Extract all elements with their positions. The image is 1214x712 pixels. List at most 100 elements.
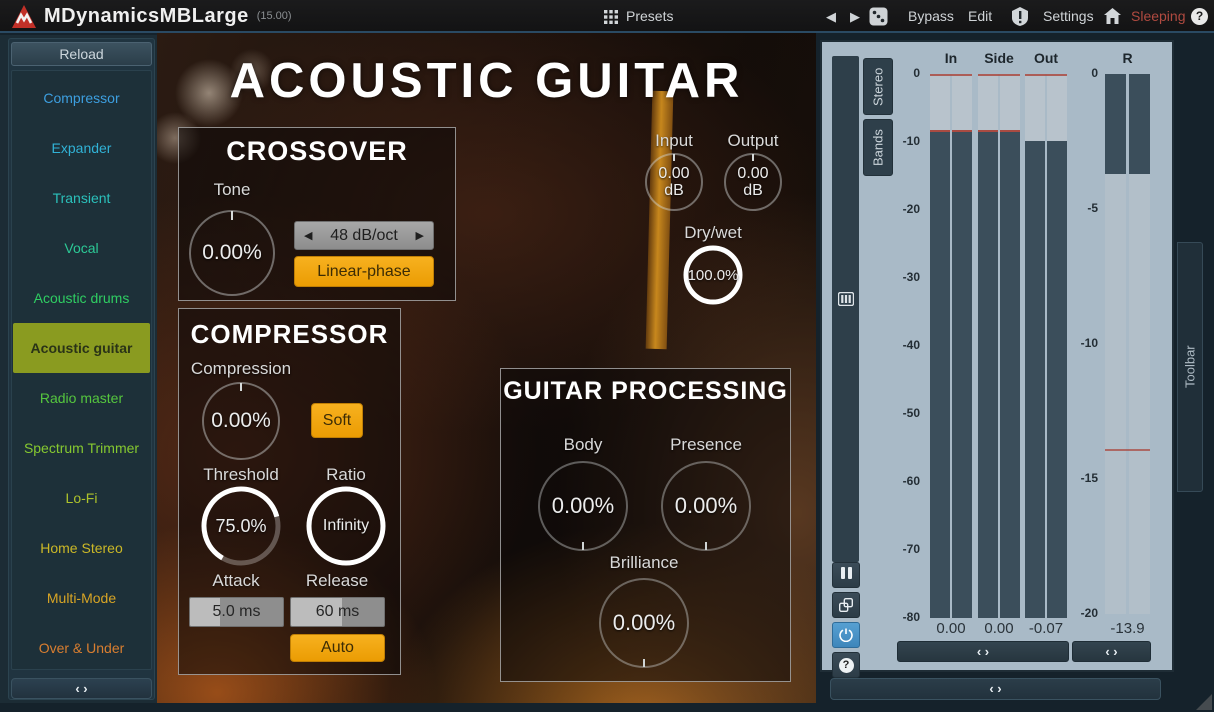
- pause-icon: [839, 566, 853, 584]
- sidebar-item-4[interactable]: Acoustic drums: [13, 273, 150, 323]
- auto-release-button[interactable]: Auto: [290, 634, 385, 662]
- sidebar-item-7[interactable]: Spectrum Trimmer: [13, 423, 150, 473]
- brilliance-knob[interactable]: 0.00%: [598, 577, 690, 669]
- meter-power-button[interactable]: [832, 622, 860, 648]
- meter-bar-cap: [978, 130, 998, 132]
- sidebar-item-9[interactable]: Home Stereo: [13, 523, 150, 573]
- crossover-slope-selector[interactable]: ◀ 48 dB/oct ▶: [294, 221, 434, 250]
- meter-pager-r[interactable]: ‹ ›: [1072, 641, 1151, 662]
- input-value: 0.00: [658, 165, 689, 182]
- meter-help-button[interactable]: ?: [832, 652, 860, 678]
- meter-bar-fill: [1000, 132, 1020, 618]
- input-label: Input: [655, 131, 693, 151]
- output-unit: dB: [743, 182, 763, 199]
- meter-group-label: In: [945, 50, 957, 66]
- ratio-knob[interactable]: Infinity: [305, 485, 387, 567]
- compression-knob[interactable]: 0.00%: [201, 381, 281, 461]
- prev-preset-button[interactable]: ◀: [826, 0, 836, 33]
- meter-scale-label: -80: [880, 610, 920, 624]
- meter-scale-label: -50: [880, 406, 920, 420]
- next-preset-button[interactable]: ▶: [850, 0, 860, 33]
- crossover-title: CROSSOVER: [179, 136, 455, 167]
- meter-popout-button[interactable]: [832, 592, 860, 618]
- compressor-panel: COMPRESSOR Compression 0.00% Soft Thresh…: [178, 308, 401, 675]
- output-value: 0.00: [737, 165, 768, 182]
- reduction-peak-line: [1105, 449, 1150, 451]
- brilliance-label: Brilliance: [610, 553, 679, 573]
- meter-canvas: 0-10-20-30-40-50-60-70-800-5-10-15-20In0…: [822, 42, 1176, 674]
- sidebar-item-10[interactable]: Multi-Mode: [13, 573, 150, 623]
- meter-pause-button[interactable]: [832, 562, 860, 588]
- bottom-pager[interactable]: ‹ ›: [830, 678, 1161, 700]
- input-knob[interactable]: 0.00 dB: [644, 152, 704, 212]
- meter-pager-main[interactable]: ‹ ›: [897, 641, 1069, 662]
- threshold-value: 75.0%: [200, 485, 282, 567]
- preset-title: ACOUSTIC GUITAR: [157, 53, 816, 109]
- presence-value: 0.00%: [660, 460, 752, 552]
- sidebar-item-6[interactable]: Radio master: [13, 373, 150, 423]
- resize-handle[interactable]: [1196, 694, 1212, 710]
- topbar: MDynamicsMBLarge (15.00) Presets ◀ ▶ Byp…: [0, 0, 1214, 33]
- sidebar-item-1[interactable]: Expander: [13, 123, 150, 173]
- plugin-version: (15.00): [257, 0, 292, 33]
- settings-button[interactable]: Settings: [1043, 0, 1094, 33]
- help-icon[interactable]: ?: [1191, 8, 1208, 25]
- compression-label: Compression: [191, 359, 291, 379]
- presence-knob[interactable]: 0.00%: [660, 460, 752, 552]
- popout-icon: [839, 598, 853, 612]
- bypass-button[interactable]: Bypass: [908, 0, 954, 33]
- reload-button[interactable]: Reload: [11, 42, 152, 66]
- body-knob[interactable]: 0.00%: [537, 460, 629, 552]
- meter-group-label: Out: [1034, 50, 1058, 66]
- crossover-panel: CROSSOVER Tone 0.00% ◀ 48 dB/oct ▶ Linea…: [178, 127, 456, 301]
- reduction-meter-label: R: [1122, 50, 1132, 66]
- meter-scale-label: -20: [880, 202, 920, 216]
- presets-label: Presets: [626, 0, 673, 33]
- edit-button[interactable]: Edit: [968, 0, 992, 33]
- compressor-title: COMPRESSOR: [179, 319, 400, 350]
- drywet-label: Dry/wet: [684, 223, 742, 243]
- body-value: 0.00%: [537, 460, 629, 552]
- sidebar-item-5[interactable]: Acoustic guitar: [13, 323, 150, 373]
- drywet-knob[interactable]: 100.0%: [682, 244, 744, 306]
- warning-shield-icon[interactable]: [1012, 7, 1028, 26]
- output-knob[interactable]: 0.00 dB: [723, 152, 783, 212]
- reduction-bar-fill: [1105, 74, 1126, 174]
- sidebar-item-3[interactable]: Vocal: [13, 223, 150, 273]
- meter-panel: Stereo Bands 0-10-20-30-40-50-60-70-800-…: [820, 40, 1174, 672]
- meter-value: -0.07: [1029, 620, 1063, 637]
- sidebar-item-2[interactable]: Transient: [13, 173, 150, 223]
- meter-bar-fill: [1025, 141, 1045, 618]
- release-slider[interactable]: 60 ms: [290, 597, 385, 627]
- meter-peak-line: [978, 74, 1020, 76]
- home-icon[interactable]: [1104, 8, 1121, 24]
- meter-group-label: Side: [984, 50, 1014, 66]
- tone-label: Tone: [214, 180, 251, 200]
- brilliance-value: 0.00%: [598, 577, 690, 669]
- slope-next-icon[interactable]: ▶: [416, 229, 424, 242]
- randomize-dice-icon[interactable]: [869, 7, 888, 26]
- presets-button[interactable]: Presets: [604, 0, 673, 33]
- toolbar-tab[interactable]: Toolbar: [1177, 242, 1203, 492]
- sidebar-pager[interactable]: ‹ ›: [11, 678, 152, 699]
- ratio-value: Infinity: [305, 485, 387, 567]
- attack-slider[interactable]: 5.0 ms: [189, 597, 284, 627]
- drywet-value: 100.0%: [682, 244, 744, 306]
- sleeping-status[interactable]: Sleeping: [1131, 0, 1186, 33]
- guitar-processing-panel: GUITAR PROCESSING Body 0.00% Presence 0.…: [500, 368, 791, 682]
- tone-knob[interactable]: 0.00%: [188, 209, 276, 297]
- preset-sidebar: Reload Compressor Expander Transient Voc…: [0, 35, 157, 703]
- soft-knee-button[interactable]: Soft: [311, 403, 363, 438]
- melda-logo-icon[interactable]: [12, 5, 36, 28]
- linear-phase-button[interactable]: Linear-phase: [294, 256, 434, 287]
- sidebar-item-0[interactable]: Compressor: [13, 73, 150, 123]
- preset-sidebar-panel: Reload Compressor Expander Transient Voc…: [8, 38, 155, 700]
- meter-scale-label: -60: [880, 474, 920, 488]
- attack-label: Attack: [212, 571, 259, 591]
- sidebar-item-8[interactable]: Lo-Fi: [13, 473, 150, 523]
- meter-bar-cap: [1000, 130, 1020, 132]
- slope-prev-icon[interactable]: ◀: [304, 229, 312, 242]
- ratio-label: Ratio: [326, 465, 366, 485]
- sidebar-item-11[interactable]: Over & Under: [13, 623, 150, 673]
- threshold-knob[interactable]: 75.0%: [200, 485, 282, 567]
